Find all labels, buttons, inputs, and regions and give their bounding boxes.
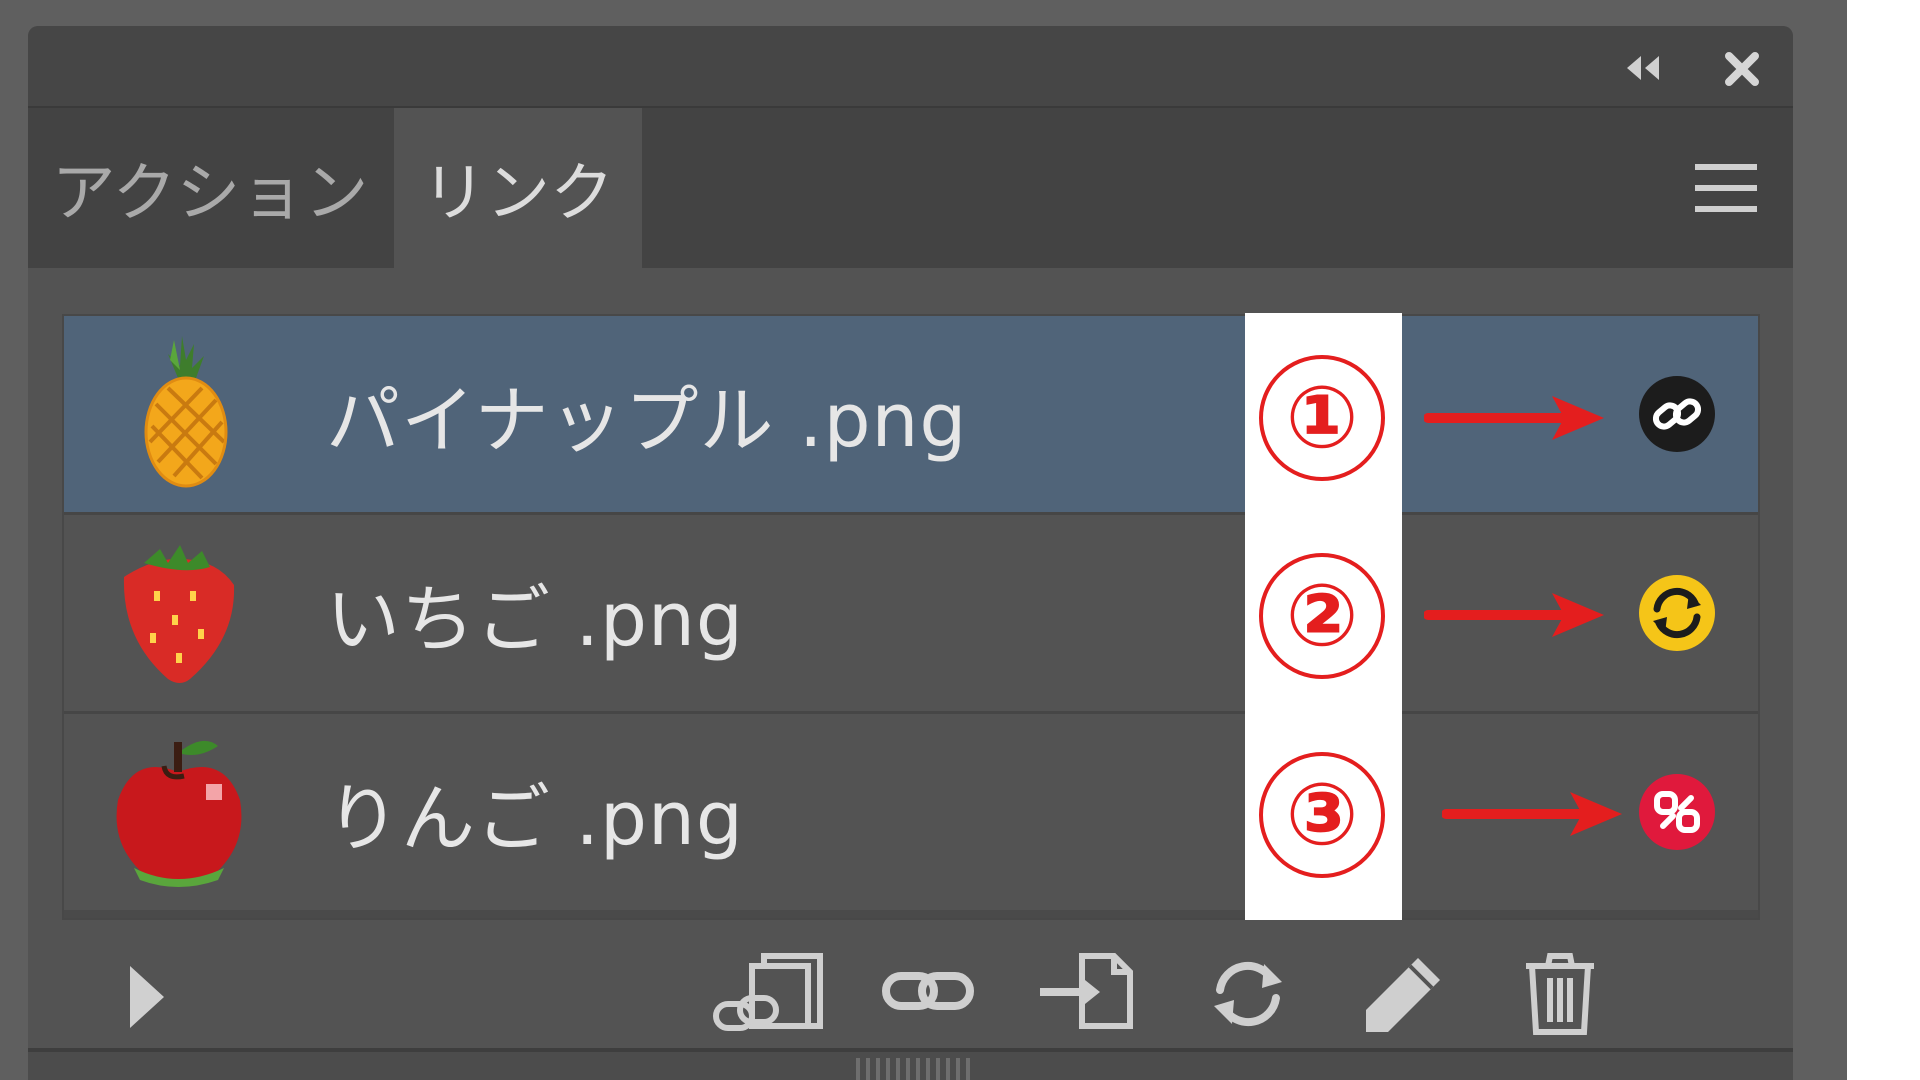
apple-thumbnail — [116, 740, 242, 887]
tab-actions-label: アクション — [51, 157, 369, 231]
panel-menu-icon[interactable] — [1695, 164, 1757, 212]
link-name: パイナップル .png — [326, 377, 968, 464]
workspace-background: アクション リンク パイナップル .png いちご .png りんご .png … — [0, 0, 1847, 1080]
links-panel: アクション リンク パイナップル .png いちご .png りんご .png — [28, 26, 1793, 1080]
pineapple-thumbnail — [144, 336, 228, 488]
tab-links[interactable]: リンク — [394, 108, 642, 268]
annotation-arrow-1 — [1424, 396, 1604, 440]
go-to-link-icon[interactable] — [1036, 952, 1136, 1036]
embed-icon[interactable] — [712, 952, 830, 1036]
panel-toolbar — [28, 946, 1793, 1052]
annotation-number-2: ② — [1259, 553, 1385, 679]
panel-resize-bar[interactable] — [28, 1048, 1793, 1080]
missing-link-icon[interactable] — [1637, 772, 1717, 852]
relink-icon[interactable] — [882, 962, 974, 1022]
edit-original-icon[interactable] — [1362, 952, 1446, 1036]
tab-actions[interactable]: アクション — [28, 108, 392, 268]
panel-title-bar[interactable] — [28, 26, 1793, 108]
resize-grip-icon[interactable] — [854, 1058, 972, 1080]
annotation-arrow-2 — [1424, 593, 1604, 637]
annotation-number-1: ① — [1259, 355, 1385, 481]
collapse-panels-icon[interactable] — [1619, 48, 1665, 88]
link-name: いちご .png — [326, 576, 744, 663]
annotation-arrow-3 — [1442, 792, 1622, 836]
link-name: りんご .png — [326, 775, 744, 862]
panel-tab-bar: アクション リンク — [28, 108, 1793, 268]
tab-links-label: リンク — [422, 157, 614, 231]
linked-icon[interactable] — [1637, 374, 1717, 454]
show-options-icon[interactable] — [126, 962, 166, 1032]
annotation-number-3: ③ — [1259, 752, 1385, 878]
close-icon[interactable] — [1721, 48, 1763, 90]
modified-update-icon[interactable] — [1637, 573, 1717, 653]
strawberry-thumbnail — [123, 545, 235, 683]
update-link-icon[interactable] — [1206, 952, 1290, 1036]
delete-icon[interactable] — [1522, 952, 1598, 1036]
